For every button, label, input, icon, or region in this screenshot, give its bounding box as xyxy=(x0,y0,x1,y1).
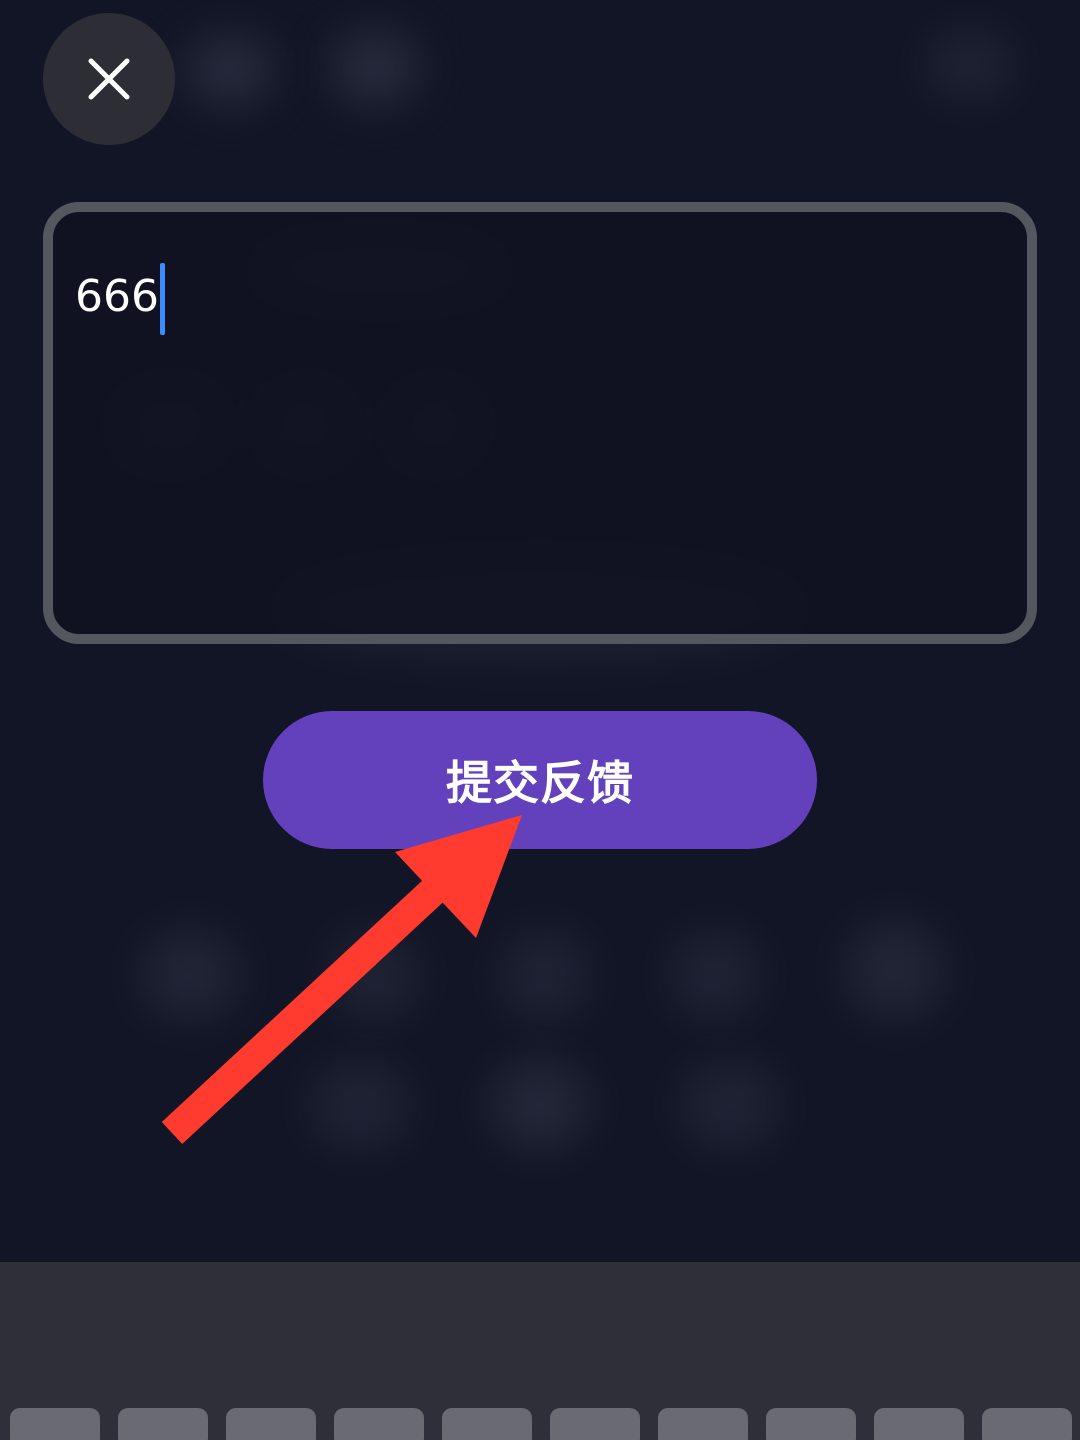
keyboard-key[interactable] xyxy=(442,1408,532,1440)
blurred-background-shape xyxy=(330,930,420,1020)
blurred-background-shape xyxy=(330,30,420,105)
keyboard-key[interactable] xyxy=(874,1408,964,1440)
blurred-background-shape xyxy=(185,35,275,105)
blurred-background-shape xyxy=(670,930,760,1020)
blurred-background-shape xyxy=(140,930,240,1020)
keyboard-key[interactable] xyxy=(766,1408,856,1440)
submit-feedback-button[interactable]: 提交反馈 xyxy=(263,711,817,849)
blurred-background-shape xyxy=(310,1060,410,1150)
keyboard-area xyxy=(0,1262,1080,1440)
blurred-background-shape xyxy=(925,30,1015,100)
keyboard-key[interactable] xyxy=(226,1408,316,1440)
blurred-background-shape xyxy=(500,930,590,1020)
feedback-text-value: 666 xyxy=(75,262,165,335)
keyboard-key[interactable] xyxy=(550,1408,640,1440)
feedback-screen: 666 提交反馈 xyxy=(0,0,1080,1440)
close-button[interactable] xyxy=(43,13,175,145)
close-icon xyxy=(88,58,130,100)
keyboard-key[interactable] xyxy=(334,1408,424,1440)
blurred-background-shape xyxy=(680,1060,780,1150)
keyboard-key[interactable] xyxy=(10,1408,100,1440)
text-cursor xyxy=(159,263,165,335)
blurred-background-shape xyxy=(490,1060,590,1150)
feedback-input-value: 666 xyxy=(75,271,159,322)
submit-feedback-label: 提交反馈 xyxy=(446,756,634,810)
keyboard-key[interactable] xyxy=(658,1408,748,1440)
blurred-background-shape xyxy=(845,920,945,1020)
feedback-textarea[interactable]: 666 xyxy=(43,202,1037,644)
keyboard-key[interactable] xyxy=(118,1408,208,1440)
keyboard-key[interactable] xyxy=(982,1408,1072,1440)
